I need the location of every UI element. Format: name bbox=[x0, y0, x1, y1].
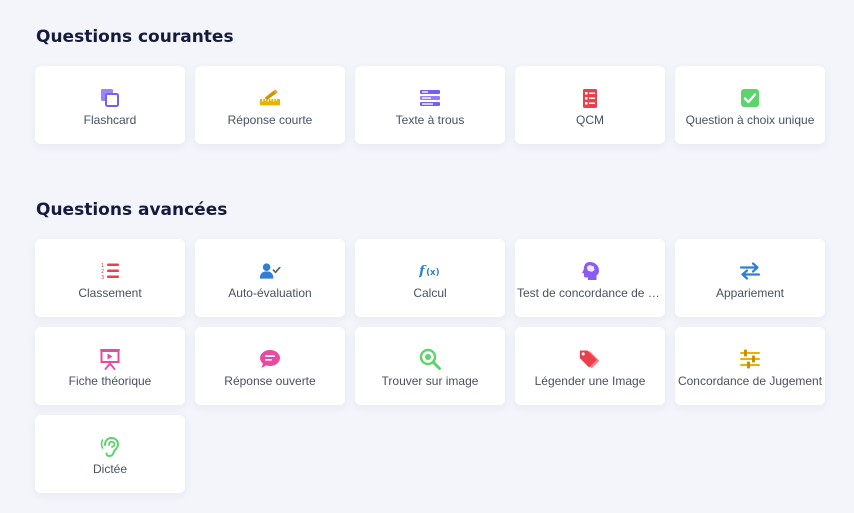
magnifier-icon bbox=[419, 348, 441, 370]
ordered-list-icon: 123 bbox=[99, 260, 121, 282]
checklist-icon bbox=[579, 87, 601, 109]
presentation-icon bbox=[99, 348, 121, 370]
advanced-questions-grid: 1 2 3 Classement Auto-évaluation f (x) Calcul Te… bbox=[35, 239, 825, 493]
question-type-label: Test de concordance de script bbox=[517, 286, 663, 300]
function-icon: f (x) bbox=[419, 260, 441, 282]
question-type-card-legender-une-image[interactable]: Légender une Image bbox=[515, 327, 665, 405]
question-type-card-dictee[interactable]: Dictée bbox=[35, 415, 185, 493]
ear-icon bbox=[99, 436, 121, 458]
user-check-icon bbox=[259, 260, 281, 282]
speech-bubble-icon bbox=[259, 348, 281, 370]
common-questions-grid: Flashcard Réponse courte Texte à trous QCM Q… bbox=[35, 66, 825, 144]
question-type-card-calcul[interactable]: f (x) Calcul bbox=[355, 239, 505, 317]
question-type-label: Question à choix unique bbox=[685, 113, 815, 127]
question-type-label: Trouver sur image bbox=[381, 374, 479, 388]
question-type-label: Concordance de Jugement bbox=[677, 374, 823, 388]
question-type-label: Appariement bbox=[715, 286, 785, 300]
question-type-card-flashcard[interactable]: Flashcard bbox=[35, 66, 185, 144]
question-type-label: Flashcard bbox=[83, 113, 137, 127]
flashcard-icon bbox=[99, 87, 121, 109]
question-type-label: Réponse courte bbox=[227, 113, 313, 127]
question-type-card-auto-evaluation[interactable]: Auto-évaluation bbox=[195, 239, 345, 317]
svg-text:3: 3 bbox=[101, 275, 104, 281]
section-title-common: Questions courantes bbox=[36, 27, 234, 47]
question-type-label: Auto-évaluation bbox=[228, 286, 312, 300]
question-type-card-fiche-theorique[interactable]: Fiche théorique bbox=[35, 327, 185, 405]
swap-arrows-icon bbox=[739, 260, 761, 282]
question-type-label: Classement bbox=[78, 286, 142, 300]
section-title-advanced: Questions avancées bbox=[36, 200, 228, 220]
question-type-card-qcm[interactable]: QCM bbox=[515, 66, 665, 144]
question-type-card-test-de-concordance-de-script[interactable]: Test de concordance de script bbox=[515, 239, 665, 317]
question-type-card-classement[interactable]: 1 2 3 Classement bbox=[35, 239, 185, 317]
sliders-icon bbox=[739, 348, 761, 370]
text-lines-icon bbox=[419, 87, 441, 109]
question-type-card-texte-a-trous[interactable]: Texte à trous bbox=[355, 66, 505, 144]
question-type-card-question-a-choix-unique[interactable]: Question à choix unique bbox=[675, 66, 825, 144]
question-type-label: Fiche théorique bbox=[68, 374, 152, 388]
question-type-label: Calcul bbox=[413, 286, 447, 300]
question-type-card-concordance-de-jugement[interactable]: Concordance de Jugement bbox=[675, 327, 825, 405]
question-type-label: Légender une Image bbox=[534, 374, 646, 388]
checkbox-icon bbox=[739, 87, 761, 109]
question-type-card-appariement[interactable]: Appariement bbox=[675, 239, 825, 317]
question-type-label: Texte à trous bbox=[395, 113, 465, 127]
question-type-label: Dictée bbox=[92, 462, 127, 476]
question-type-card-reponse-ouverte[interactable]: Réponse ouverte bbox=[195, 327, 345, 405]
brain-head-icon bbox=[579, 260, 601, 282]
question-type-label: Réponse ouverte bbox=[224, 374, 316, 388]
question-type-label: QCM bbox=[576, 113, 604, 127]
question-type-card-trouver-sur-image[interactable]: Trouver sur image bbox=[355, 327, 505, 405]
svg-text:(x): (x) bbox=[426, 268, 440, 278]
pencil-ruler-icon bbox=[259, 87, 281, 109]
question-type-card-reponse-courte[interactable]: Réponse courte bbox=[195, 66, 345, 144]
tags-icon bbox=[579, 348, 601, 370]
